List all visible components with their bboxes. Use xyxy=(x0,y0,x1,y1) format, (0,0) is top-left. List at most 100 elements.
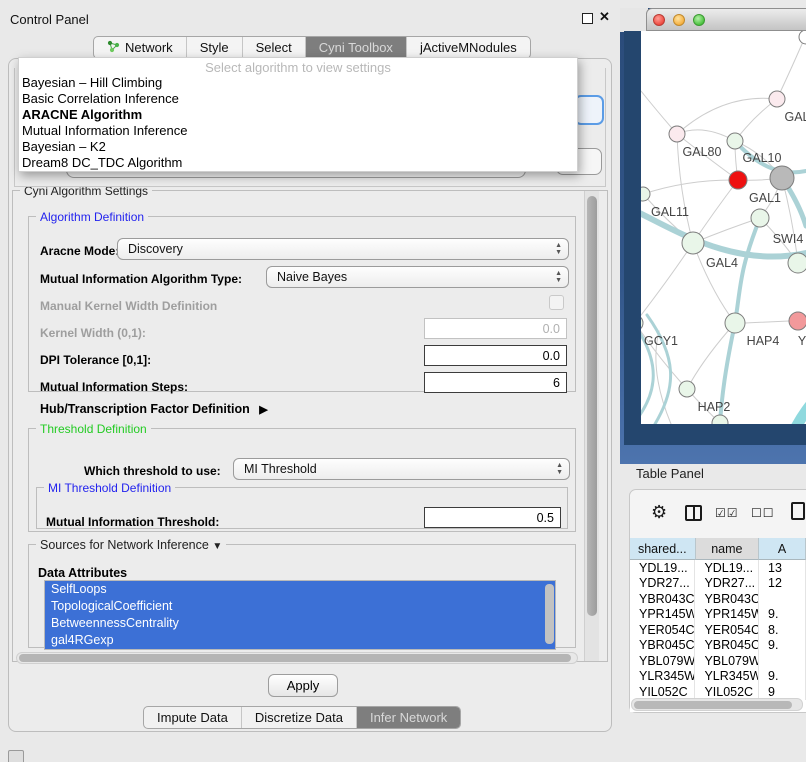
settings-horizontal-scrollbar-thumb[interactable] xyxy=(19,654,571,662)
which-threshold-combo[interactable]: MI Threshold ▲▼ xyxy=(233,458,570,480)
settings-horizontal-scrollbar[interactable] xyxy=(16,652,578,664)
attribute-list-item[interactable]: SelfLoops xyxy=(45,581,555,598)
network-node-gal-top[interactable] xyxy=(769,91,785,107)
tab-impute-data[interactable]: Impute Data xyxy=(144,707,241,728)
table-cell[interactable]: YLR345W xyxy=(695,669,759,685)
tab-network[interactable]: Network xyxy=(94,37,186,58)
table-cell[interactable]: YDL19... xyxy=(630,560,695,576)
columns-icon[interactable] xyxy=(685,505,702,521)
column-header[interactable]: name xyxy=(696,538,760,560)
network-node-bottom-cut[interactable] xyxy=(712,415,728,424)
table-cell[interactable]: YPR145W xyxy=(695,607,759,623)
network-node-HAP4[interactable] xyxy=(725,313,745,333)
table-cell[interactable] xyxy=(759,591,806,607)
attribute-list-item[interactable]: TopologicalCoefficient xyxy=(45,598,555,615)
network-node-green-right[interactable] xyxy=(788,253,806,273)
attribute-list-item[interactable]: BetweennessCentrality xyxy=(45,615,555,632)
network-node-GCY1[interactable] xyxy=(641,315,643,331)
tab-discretize-data[interactable]: Discretize Data xyxy=(241,707,356,728)
network-canvas[interactable]: GALGAL80GAL10GAL1GAL11SWI4GAL4GCY1HAP4YH… xyxy=(641,31,806,424)
mi-threshold-field[interactable]: 0.5 xyxy=(424,507,561,528)
table-cell[interactable]: YER054C xyxy=(695,622,759,638)
close-window-icon[interactable] xyxy=(653,14,665,26)
table-cell[interactable]: YDR27... xyxy=(630,576,695,592)
table-cell[interactable]: YPR145W xyxy=(630,607,695,623)
attribute-list-item[interactable]: gal4RGexp xyxy=(45,632,555,649)
network-edge[interactable] xyxy=(791,389,806,424)
network-edge[interactable] xyxy=(643,180,738,194)
gear-icon[interactable]: ⚙ xyxy=(651,502,667,523)
table-cell[interactable]: YBL079W xyxy=(630,653,695,669)
network-edge[interactable] xyxy=(647,315,671,424)
table-row[interactable]: YBL079WYBL079W xyxy=(630,653,806,669)
network-node-GAL4[interactable] xyxy=(682,232,704,254)
tab-jactivemnodules[interactable]: jActiveMNodules xyxy=(406,37,530,58)
network-edge[interactable] xyxy=(735,99,777,141)
kernel-width-field[interactable]: 0.0 xyxy=(424,318,567,339)
table-row[interactable]: YPR145WYPR145W9. xyxy=(630,607,806,623)
table-cell[interactable]: YDR27... xyxy=(695,576,759,592)
maximize-window-icon[interactable] xyxy=(693,14,705,26)
table-cell[interactable]: 12 xyxy=(759,576,806,592)
table-cell[interactable]: 9. xyxy=(759,638,806,654)
network-node-GAL10[interactable] xyxy=(727,133,743,149)
table-cell[interactable]: YER054C xyxy=(630,622,695,638)
table-cell[interactable]: YBR043C xyxy=(630,591,695,607)
document-icon[interactable] xyxy=(791,502,805,520)
table-cell[interactable] xyxy=(759,653,806,669)
network-node-salmon-right[interactable] xyxy=(789,312,806,330)
table-row[interactable]: YBR045CYBR045C9. xyxy=(630,638,806,654)
algorithm-option[interactable]: ARACNE Algorithm xyxy=(19,107,577,123)
table-cell[interactable]: 8. xyxy=(759,622,806,638)
network-node-SWI4[interactable] xyxy=(751,209,769,227)
tab-select[interactable]: Select xyxy=(242,37,305,58)
table-cell[interactable]: 9. xyxy=(759,607,806,623)
dpi-tolerance-field[interactable]: 0.0 xyxy=(424,345,567,366)
column-header[interactable]: A xyxy=(759,538,806,560)
apply-button[interactable]: Apply xyxy=(268,674,338,697)
network-node-partial-top[interactable] xyxy=(799,31,806,44)
algorithm-option[interactable]: Bayesian – K2 xyxy=(19,139,577,155)
table-cell[interactable]: YBR045C xyxy=(695,638,759,654)
network-node-gray-node[interactable] xyxy=(770,166,794,190)
network-edge[interactable] xyxy=(693,243,735,323)
manual-kernel-checkbox[interactable] xyxy=(549,295,564,310)
tab-infer-network[interactable]: Infer Network xyxy=(356,707,460,728)
table-cell[interactable]: YBL079W xyxy=(695,653,759,669)
table-horizontal-scrollbar[interactable] xyxy=(631,698,803,711)
table-horizontal-scrollbar-thumb[interactable] xyxy=(634,701,792,709)
close-panel-icon[interactable]: ✕ xyxy=(599,9,610,25)
network-node-GAL1[interactable] xyxy=(729,171,747,189)
network-node-GAL80[interactable] xyxy=(669,126,685,142)
sources-group-title[interactable]: Sources for Network Inference ▼ xyxy=(36,538,226,552)
column-header[interactable]: shared... xyxy=(630,538,696,560)
mi-steps-field[interactable]: 6 xyxy=(424,372,567,393)
tab-cyni-toolbox[interactable]: Cyni Toolbox xyxy=(305,37,406,58)
table-cell[interactable]: YLR345W xyxy=(630,669,695,685)
network-edge[interactable] xyxy=(677,98,777,134)
table-cell[interactable]: YBR043C xyxy=(695,591,759,607)
network-node-HAP2[interactable] xyxy=(679,381,695,397)
table-row[interactable]: YER054CYER054C8. xyxy=(630,622,806,638)
unchecked-boxes-icon[interactable]: ☐☐ xyxy=(751,506,775,520)
algorithm-option[interactable]: Bayesian – Hill Climbing xyxy=(19,75,577,91)
float-panel-icon[interactable] xyxy=(582,13,593,24)
table-cell[interactable]: YBR045C xyxy=(630,638,695,654)
settings-scrollbar[interactable] xyxy=(584,191,599,661)
table-cell[interactable]: YDL19... xyxy=(695,560,759,576)
settings-scrollbar-thumb[interactable] xyxy=(587,196,597,616)
algorithm-option[interactable]: Dream8 DC_TDC Algorithm xyxy=(19,155,577,171)
table-row[interactable]: YDL19...YDL19...13 xyxy=(630,560,806,576)
table-row[interactable]: YBR043CYBR043C xyxy=(630,591,806,607)
network-window-titlebar[interactable] xyxy=(646,8,806,31)
hidden-focused-combo[interactable] xyxy=(574,95,604,125)
network-graph[interactable]: GALGAL80GAL10GAL1GAL11SWI4GAL4GCY1HAP4YH… xyxy=(641,31,806,424)
attributes-list-scrollbar-thumb[interactable] xyxy=(545,584,554,644)
table-cell[interactable]: 9. xyxy=(759,669,806,685)
minimized-panel-icon[interactable] xyxy=(8,750,24,762)
aracne-mode-combo[interactable]: Discovery ▲▼ xyxy=(117,238,569,260)
network-edge[interactable] xyxy=(745,321,789,323)
network-edge[interactable] xyxy=(641,323,687,389)
hub-definition-toggle[interactable]: Hub/Transcription Factor Definition ▶ xyxy=(40,402,268,416)
tab-style[interactable]: Style xyxy=(186,37,242,58)
